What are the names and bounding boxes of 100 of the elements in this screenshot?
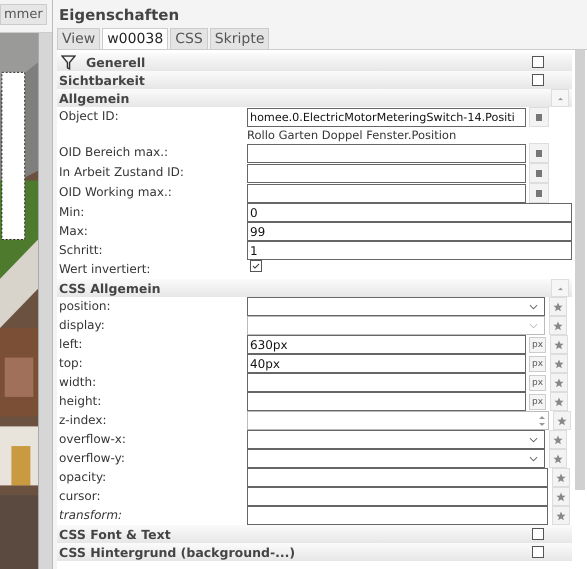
scrollbar[interactable] [38, 33, 52, 569]
select-object-button[interactable] [529, 107, 549, 127]
tab[interactable]: mmer [0, 4, 47, 25]
star-button[interactable] [550, 392, 568, 411]
group-header[interactable]: CSS Hintergrund (background-...) [57, 543, 572, 561]
star-button[interactable] [549, 449, 567, 468]
input-field[interactable] [247, 164, 526, 182]
property-label: display: [58, 317, 106, 334]
unit-button[interactable]: px [529, 374, 546, 390]
square-icon [536, 190, 542, 196]
star-icon [556, 510, 566, 520]
group-title: CSS Allgemein [59, 280, 162, 296]
checkbox[interactable] [532, 546, 544, 558]
group-title: Sichtbarkeit [59, 72, 146, 88]
select-object-button[interactable] [529, 163, 549, 183]
input-field[interactable]: 99 [247, 222, 572, 241]
star-icon [554, 358, 564, 368]
input-field[interactable] [247, 144, 526, 162]
property-label: left: [58, 336, 84, 353]
star-icon [556, 492, 566, 502]
star-icon [557, 416, 567, 426]
property-label: In Arbeit Zustand ID: [58, 164, 185, 181]
property-label: height: [58, 393, 102, 410]
checkbox[interactable] [532, 74, 544, 86]
checkbox[interactable] [532, 528, 544, 540]
input-field[interactable] [247, 184, 526, 202]
input-field[interactable] [247, 373, 526, 392]
star-icon [554, 340, 564, 350]
star-button[interactable] [552, 468, 570, 487]
group-title: CSS Font & Text [59, 526, 172, 542]
group-header[interactable]: Generell [57, 53, 572, 71]
input-field[interactable] [247, 506, 548, 525]
star-button[interactable] [552, 506, 570, 525]
caret-icon [556, 96, 564, 100]
input-field[interactable] [247, 487, 548, 506]
spinner-icon[interactable] [538, 414, 546, 428]
input-field[interactable]: 1 [247, 241, 572, 260]
checkbox[interactable] [532, 56, 544, 68]
input-field[interactable]: 0 [247, 203, 572, 222]
square-icon [536, 170, 542, 176]
property-label: position: [58, 298, 112, 315]
chevron-icon [529, 436, 538, 442]
dropdown[interactable] [247, 430, 545, 449]
input-field[interactable]: 630px [247, 335, 526, 354]
input-field[interactable]: 40px [247, 354, 526, 373]
input-field[interactable] [247, 392, 526, 411]
star-icon [554, 396, 564, 406]
group-header[interactable]: CSS Font & Text [57, 525, 572, 543]
chevron-icon [529, 456, 538, 462]
property-label: transform: [58, 507, 124, 524]
dropdown[interactable] [247, 449, 545, 468]
property-label: Wert invertiert: [58, 261, 152, 278]
star-button[interactable] [549, 316, 567, 335]
check-icon [251, 261, 261, 271]
square-icon [536, 114, 542, 120]
input-field[interactable] [247, 468, 548, 487]
star-icon [556, 472, 566, 482]
input-field[interactable]: homee.0.ElectricMotorMeteringSwitch-14.Positi [247, 108, 526, 126]
select-object-button[interactable] [529, 183, 549, 203]
chevron-icon [529, 304, 538, 310]
property-label: top: [58, 355, 84, 372]
tab[interactable]: Skripte [210, 28, 270, 49]
caret-icon [556, 286, 564, 290]
dropdown[interactable] [247, 297, 545, 316]
unit-button[interactable]: px [529, 394, 546, 410]
tab[interactable]: View [57, 28, 100, 49]
group-header[interactable]: CSS Allgemein [57, 279, 572, 297]
star-icon [553, 302, 563, 312]
group-title: Generell [86, 54, 146, 70]
star-button[interactable] [552, 487, 570, 506]
group-title: Allgemein [59, 90, 130, 106]
number-field[interactable] [247, 411, 549, 430]
property-label: OID Working max.: [58, 184, 173, 201]
filter-icon[interactable] [61, 54, 76, 70]
scrollbar[interactable] [575, 50, 585, 490]
star-button[interactable] [549, 430, 567, 449]
star-icon [553, 454, 563, 464]
property-label: cursor: [58, 488, 102, 505]
star-button[interactable] [550, 354, 568, 373]
property-label: z-index: [58, 412, 108, 429]
tab[interactable]: w00038 [102, 28, 168, 49]
star-icon [553, 434, 563, 444]
unit-button[interactable]: px [529, 356, 546, 372]
group-header[interactable]: Sichtbarkeit [57, 71, 572, 89]
checkbox[interactable] [250, 260, 262, 272]
unit-button[interactable]: px [529, 336, 546, 352]
star-button[interactable] [553, 411, 571, 430]
tab[interactable]: CSS [170, 28, 208, 49]
group-header[interactable]: Allgemein [57, 89, 572, 107]
object-name: Rollo Garten Doppel Fenster.Position [247, 127, 458, 143]
square-icon [536, 150, 542, 156]
star-button[interactable] [549, 297, 567, 316]
star-button[interactable] [550, 373, 568, 392]
star-button[interactable] [550, 335, 568, 354]
property-label: Object ID: [58, 108, 120, 125]
property-label: OID Bereich max.: [58, 144, 170, 161]
select-object-button[interactable] [529, 143, 549, 163]
star-icon [554, 378, 564, 388]
property-label: overflow-x: [58, 431, 127, 448]
property-label: Max: [58, 223, 89, 240]
